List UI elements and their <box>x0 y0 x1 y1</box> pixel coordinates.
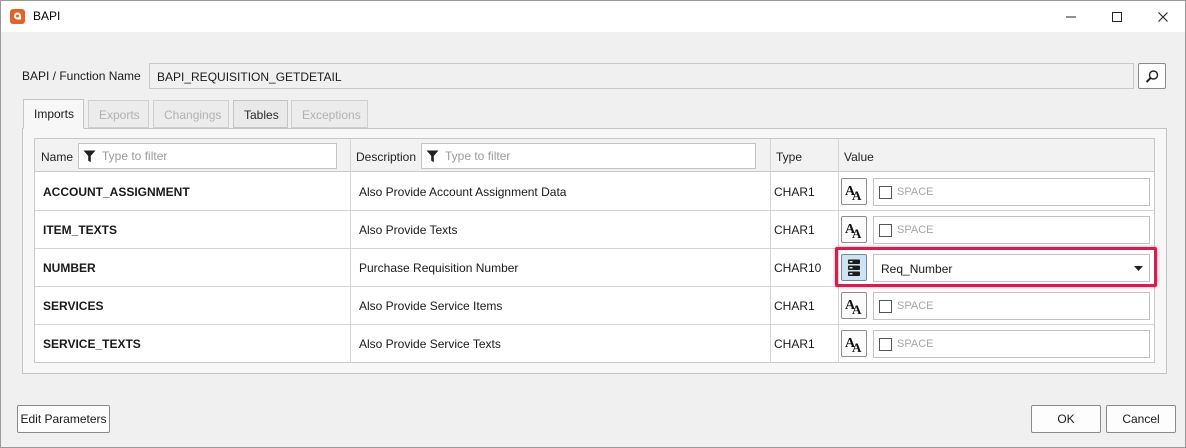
column-description-label: Description <box>356 150 417 164</box>
filter-icon <box>83 150 96 163</box>
space-label: SPACE <box>897 186 934 198</box>
param-description: Purchase Requisition Number <box>359 261 519 275</box>
table-row[interactable]: SERVICE_TEXTS Also Provide Service Texts… <box>35 325 1154 363</box>
space-checkbox[interactable] <box>879 300 892 313</box>
param-description: Also Provide Service Items <box>359 299 503 313</box>
param-name: NUMBER <box>43 261 96 275</box>
param-type: CHAR1 <box>774 299 815 313</box>
function-name-field[interactable]: BAPI_REQUISITION_GETDETAIL <box>149 63 1134 89</box>
close-button[interactable] <box>1140 1 1186 32</box>
text-constant-icon: A A <box>845 222 862 240</box>
value-field[interactable]: SPACE <box>873 216 1150 244</box>
tab-exceptions: Exceptions <box>291 100 368 128</box>
magnifier-icon <box>1145 70 1159 83</box>
param-description: Also Provide Service Texts <box>359 337 501 351</box>
space-label: SPACE <box>897 300 934 312</box>
tab-imports[interactable]: Imports <box>23 99 84 129</box>
filter-icon <box>426 150 439 163</box>
param-type: CHAR1 <box>774 337 815 351</box>
value-mode-toggle-button[interactable]: A A <box>841 292 867 319</box>
highlight-annotation <box>835 247 1157 287</box>
text-constant-icon: A A <box>845 298 862 316</box>
text-constant-icon: A A <box>845 336 862 354</box>
maximize-button[interactable] <box>1094 1 1140 32</box>
name-filter-input[interactable] <box>100 147 331 165</box>
svg-text:A: A <box>852 340 862 354</box>
value-field[interactable]: SPACE <box>873 178 1150 206</box>
space-label: SPACE <box>897 224 934 236</box>
tab-exports: Exports <box>88 100 149 128</box>
value-field[interactable]: SPACE <box>873 292 1150 320</box>
value-field[interactable]: SPACE <box>873 330 1150 358</box>
description-filter-field[interactable] <box>421 143 756 169</box>
window-title: BAPI <box>33 9 61 23</box>
bapi-dialog: BAPI BAPI / Function Name BAPI_REQUISITI… <box>0 0 1186 448</box>
space-checkbox[interactable] <box>879 224 892 237</box>
svg-text:A: A <box>852 302 862 316</box>
title-bar: BAPI <box>1 1 1185 32</box>
column-value-label: Value <box>844 150 874 164</box>
value-mode-toggle-button[interactable]: A A <box>841 216 867 243</box>
column-header-value: Value <box>838 139 1154 172</box>
param-name: ITEM_TEXTS <box>43 223 118 237</box>
description-filter-input[interactable] <box>443 147 750 165</box>
svg-text:A: A <box>852 188 862 202</box>
param-name: SERVICE_TEXTS <box>43 337 141 351</box>
cancel-button[interactable]: Cancel <box>1106 405 1176 433</box>
param-type: CHAR10 <box>774 261 822 275</box>
column-header-type: Type <box>770 139 838 172</box>
column-header-description: Description <box>350 139 770 172</box>
table-row[interactable]: ACCOUNT_ASSIGNMENT Also Provide Account … <box>35 173 1154 211</box>
param-type: CHAR1 <box>774 223 815 237</box>
name-filter-field[interactable] <box>78 143 337 169</box>
function-search-button[interactable] <box>1138 63 1166 89</box>
param-type: CHAR1 <box>774 185 815 199</box>
edit-parameters-button[interactable]: Edit Parameters <box>17 405 110 433</box>
app-logo-icon <box>10 9 25 24</box>
tab-changings: Changings <box>153 100 229 128</box>
param-description: Also Provide Account Assignment Data <box>359 185 567 199</box>
table-row[interactable]: SERVICES Also Provide Service Items CHAR… <box>35 287 1154 325</box>
param-name: ACCOUNT_ASSIGNMENT <box>43 185 190 199</box>
column-type-label: Type <box>776 150 803 164</box>
param-description: Also Provide Texts <box>359 223 458 237</box>
space-checkbox[interactable] <box>879 186 892 199</box>
param-name: SERVICES <box>43 299 104 313</box>
value-mode-toggle-button[interactable]: A A <box>841 330 867 357</box>
svg-text:A: A <box>852 226 862 240</box>
column-header-name: Name <box>35 139 350 172</box>
function-name-label: BAPI / Function Name <box>22 69 141 83</box>
tab-tables[interactable]: Tables <box>233 100 288 128</box>
column-name-label: Name <box>41 150 74 164</box>
minimize-button[interactable] <box>1048 1 1094 32</box>
space-checkbox[interactable] <box>879 338 892 351</box>
value-mode-toggle-button[interactable]: A A <box>841 178 867 205</box>
grid-header: Name Description Type Value <box>35 139 1154 172</box>
space-label: SPACE <box>897 338 934 350</box>
text-constant-icon: A A <box>845 184 862 202</box>
ok-button[interactable]: OK <box>1031 405 1101 433</box>
table-row[interactable]: ITEM_TEXTS Also Provide Texts CHAR1 A A … <box>35 211 1154 249</box>
